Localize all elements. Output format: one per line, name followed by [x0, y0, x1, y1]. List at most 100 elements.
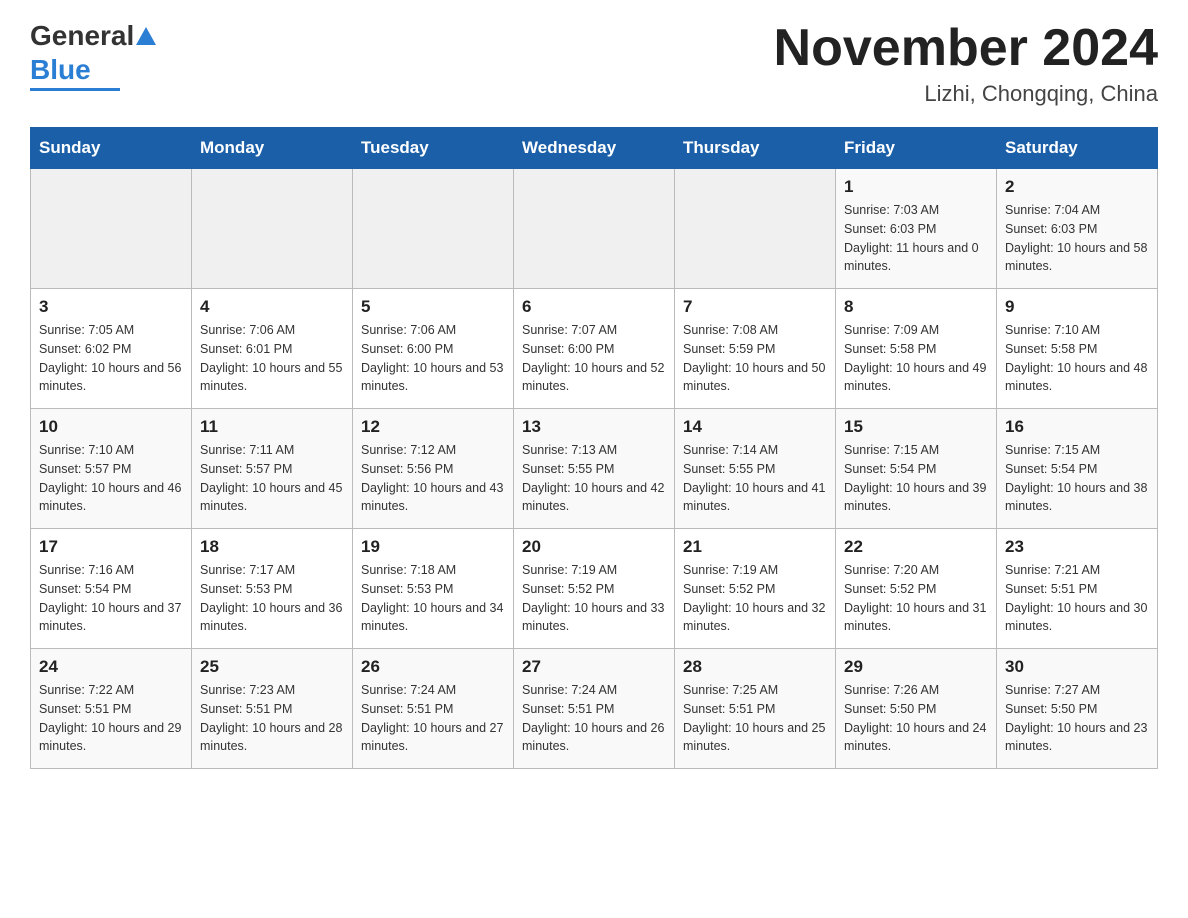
day-info: Sunrise: 7:12 AMSunset: 5:56 PMDaylight:… — [361, 441, 505, 516]
day-info: Sunrise: 7:14 AMSunset: 5:55 PMDaylight:… — [683, 441, 827, 516]
calendar-week-row-1: 1Sunrise: 7:03 AMSunset: 6:03 PMDaylight… — [31, 169, 1158, 289]
day-info: Sunrise: 7:18 AMSunset: 5:53 PMDaylight:… — [361, 561, 505, 636]
day-info: Sunrise: 7:15 AMSunset: 5:54 PMDaylight:… — [1005, 441, 1149, 516]
logo-triangle-icon — [136, 27, 156, 45]
day-number: 7 — [683, 297, 827, 317]
day-info: Sunrise: 7:16 AMSunset: 5:54 PMDaylight:… — [39, 561, 183, 636]
calendar-cell: 22Sunrise: 7:20 AMSunset: 5:52 PMDayligh… — [836, 529, 997, 649]
day-info: Sunrise: 7:24 AMSunset: 5:51 PMDaylight:… — [361, 681, 505, 756]
calendar-title: November 2024 — [774, 20, 1158, 77]
calendar-cell — [514, 169, 675, 289]
day-info: Sunrise: 7:22 AMSunset: 5:51 PMDaylight:… — [39, 681, 183, 756]
weekday-header-sunday: Sunday — [31, 128, 192, 169]
day-info: Sunrise: 7:09 AMSunset: 5:58 PMDaylight:… — [844, 321, 988, 396]
day-number: 2 — [1005, 177, 1149, 197]
calendar-cell: 27 Sunrise: 7:24 AMSunset: 5:51 PMDayligh… — [514, 649, 675, 769]
day-info: Sunrise: 7:05 AMSunset: 6:02 PMDaylight:… — [39, 321, 183, 396]
day-number: 29 — [844, 657, 988, 677]
logo: General Blue — [30, 20, 156, 91]
calendar-cell: 12 Sunrise: 7:12 AMSunset: 5:56 PMDayligh… — [353, 409, 514, 529]
day-number: 22 — [844, 537, 988, 557]
calendar-cell: 3 Sunrise: 7:05 AMSunset: 6:02 PMDaylight… — [31, 289, 192, 409]
day-number: 20 — [522, 537, 666, 557]
day-number: 5 — [361, 297, 505, 317]
logo-general: General — [30, 20, 134, 52]
calendar-cell: 20 Sunrise: 7:19 AMSunset: 5:52 PMDayligh… — [514, 529, 675, 649]
calendar-cell — [31, 169, 192, 289]
day-number: 6 — [522, 297, 666, 317]
day-number: 16 — [1005, 417, 1149, 437]
weekday-header-friday: Friday — [836, 128, 997, 169]
day-info: Sunrise: 7:17 AMSunset: 5:53 PMDaylight:… — [200, 561, 344, 636]
day-info: Sunrise: 7:07 AMSunset: 6:00 PMDaylight:… — [522, 321, 666, 396]
day-info: Sunrise: 7:03 AMSunset: 6:03 PMDaylight:… — [844, 201, 988, 276]
day-number: 14 — [683, 417, 827, 437]
day-number: 28 — [683, 657, 827, 677]
day-number: 3 — [39, 297, 183, 317]
day-number: 17 — [39, 537, 183, 557]
day-info: Sunrise: 7:27 AMSunset: 5:50 PMDaylight:… — [1005, 681, 1149, 756]
header: General Blue November 2024 Lizhi, Chongq… — [30, 20, 1158, 107]
calendar-cell: 17 Sunrise: 7:16 AMSunset: 5:54 PMDayligh… — [31, 529, 192, 649]
day-number: 12 — [361, 417, 505, 437]
day-number: 15 — [844, 417, 988, 437]
calendar-cell: 8 Sunrise: 7:09 AMSunset: 5:58 PMDaylight… — [836, 289, 997, 409]
calendar-cell: 16 Sunrise: 7:15 AMSunset: 5:54 PMDayligh… — [997, 409, 1158, 529]
calendar-week-row-3: 10Sunrise: 7:10 AMSunset: 5:57 PMDayligh… — [31, 409, 1158, 529]
day-number: 8 — [844, 297, 988, 317]
calendar-cell — [675, 169, 836, 289]
day-info: Sunrise: 7:08 AMSunset: 5:59 PMDaylight:… — [683, 321, 827, 396]
calendar-week-row-5: 24 Sunrise: 7:22 AMSunset: 5:51 PMDayligh… — [31, 649, 1158, 769]
day-info: Sunrise: 7:06 AMSunset: 6:00 PMDaylight:… — [361, 321, 505, 396]
calendar-cell: 1Sunrise: 7:03 AMSunset: 6:03 PMDaylight… — [836, 169, 997, 289]
calendar-cell: 10Sunrise: 7:10 AMSunset: 5:57 PMDayligh… — [31, 409, 192, 529]
calendar-cell: 14 Sunrise: 7:14 AMSunset: 5:55 PMDayligh… — [675, 409, 836, 529]
logo-blue: Blue — [30, 54, 91, 86]
calendar-week-row-2: 3 Sunrise: 7:05 AMSunset: 6:02 PMDaylight… — [31, 289, 1158, 409]
title-area: November 2024 Lizhi, Chongqing, China — [774, 20, 1158, 107]
day-info: Sunrise: 7:06 AMSunset: 6:01 PMDaylight:… — [200, 321, 344, 396]
day-info: Sunrise: 7:24 AMSunset: 5:51 PMDaylight:… — [522, 681, 666, 756]
calendar-subtitle: Lizhi, Chongqing, China — [774, 81, 1158, 107]
calendar-cell: 21Sunrise: 7:19 AMSunset: 5:52 PMDayligh… — [675, 529, 836, 649]
day-info: Sunrise: 7:26 AMSunset: 5:50 PMDaylight:… — [844, 681, 988, 756]
calendar-cell: 11 Sunrise: 7:11 AMSunset: 5:57 PMDayligh… — [192, 409, 353, 529]
day-info: Sunrise: 7:25 AMSunset: 5:51 PMDaylight:… — [683, 681, 827, 756]
weekday-header-wednesday: Wednesday — [514, 128, 675, 169]
calendar-table: SundayMondayTuesdayWednesdayThursdayFrid… — [30, 127, 1158, 769]
calendar-cell: 24 Sunrise: 7:22 AMSunset: 5:51 PMDayligh… — [31, 649, 192, 769]
day-info: Sunrise: 7:10 AMSunset: 5:58 PMDaylight:… — [1005, 321, 1149, 396]
day-number: 23 — [1005, 537, 1149, 557]
day-number: 30 — [1005, 657, 1149, 677]
calendar-cell — [353, 169, 514, 289]
calendar-cell: 7 Sunrise: 7:08 AMSunset: 5:59 PMDaylight… — [675, 289, 836, 409]
day-info: Sunrise: 7:11 AMSunset: 5:57 PMDaylight:… — [200, 441, 344, 516]
calendar-cell: 29 Sunrise: 7:26 AMSunset: 5:50 PMDayligh… — [836, 649, 997, 769]
calendar-cell: 6 Sunrise: 7:07 AMSunset: 6:00 PMDaylight… — [514, 289, 675, 409]
weekday-header-tuesday: Tuesday — [353, 128, 514, 169]
day-number: 11 — [200, 417, 344, 437]
day-number: 27 — [522, 657, 666, 677]
day-number: 21 — [683, 537, 827, 557]
calendar-cell: 9 Sunrise: 7:10 AMSunset: 5:58 PMDaylight… — [997, 289, 1158, 409]
day-info: Sunrise: 7:21 AMSunset: 5:51 PMDaylight:… — [1005, 561, 1149, 636]
day-number: 24 — [39, 657, 183, 677]
day-info: Sunrise: 7:15 AMSunset: 5:54 PMDaylight:… — [844, 441, 988, 516]
calendar-cell: 13Sunrise: 7:13 AMSunset: 5:55 PMDayligh… — [514, 409, 675, 529]
day-info: Sunrise: 7:19 AMSunset: 5:52 PMDaylight:… — [522, 561, 666, 636]
weekday-header-saturday: Saturday — [997, 128, 1158, 169]
calendar-cell: 4Sunrise: 7:06 AMSunset: 6:01 PMDaylight… — [192, 289, 353, 409]
calendar-cell: 15 Sunrise: 7:15 AMSunset: 5:54 PMDayligh… — [836, 409, 997, 529]
calendar-cell — [192, 169, 353, 289]
day-number: 9 — [1005, 297, 1149, 317]
day-info: Sunrise: 7:23 AMSunset: 5:51 PMDaylight:… — [200, 681, 344, 756]
calendar-cell: 25 Sunrise: 7:23 AMSunset: 5:51 PMDayligh… — [192, 649, 353, 769]
calendar-cell: 19 Sunrise: 7:18 AMSunset: 5:53 PMDayligh… — [353, 529, 514, 649]
day-number: 25 — [200, 657, 344, 677]
calendar-cell: 23 Sunrise: 7:21 AMSunset: 5:51 PMDayligh… — [997, 529, 1158, 649]
day-number: 19 — [361, 537, 505, 557]
calendar-cell: 26Sunrise: 7:24 AMSunset: 5:51 PMDayligh… — [353, 649, 514, 769]
calendar-cell: 28 Sunrise: 7:25 AMSunset: 5:51 PMDayligh… — [675, 649, 836, 769]
day-number: 18 — [200, 537, 344, 557]
day-info: Sunrise: 7:10 AMSunset: 5:57 PMDaylight:… — [39, 441, 183, 516]
